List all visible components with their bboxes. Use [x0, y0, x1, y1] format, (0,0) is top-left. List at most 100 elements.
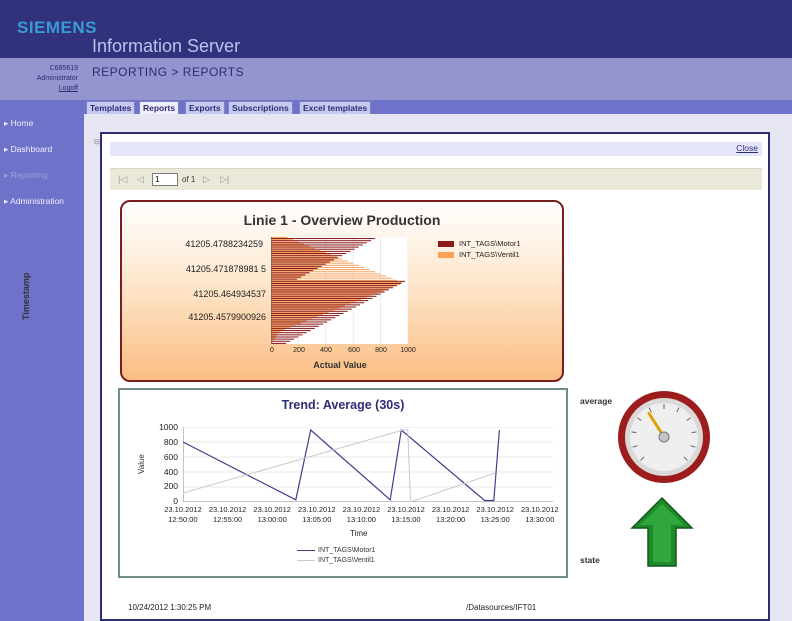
bar-ventil1 [271, 294, 373, 296]
bar-ventil1 [271, 324, 296, 326]
bar-motor1 [271, 323, 324, 325]
bar-motor1 [271, 259, 335, 261]
user-role: Administrator [36, 75, 78, 82]
x-tick-label: 23.10.2012 13:15:00 [387, 505, 425, 524]
x-tick-label: 23.10.2012 13:25:00 [476, 505, 514, 524]
bar-motor1 [271, 276, 302, 278]
bar-ventil1 [271, 311, 329, 313]
bar-motor1 [271, 297, 373, 299]
collapse-icon[interactable]: ⊟ [94, 138, 100, 146]
bar-motor1 [271, 238, 376, 240]
series-line [183, 428, 500, 502]
bar-motor1 [271, 261, 330, 263]
tab-reports[interactable]: Reports [139, 101, 180, 115]
bar-ventil1 [271, 290, 384, 292]
bar-ventil1 [271, 237, 288, 239]
y-tick-label: 400 [163, 467, 178, 477]
bar-motor1 [271, 342, 287, 344]
bar-motor1 [271, 321, 328, 323]
close-link[interactable]: Close [736, 143, 758, 153]
state-label: state [580, 555, 600, 565]
bar-ventil1 [271, 337, 276, 339]
sidebar-item-label: Administration [10, 196, 65, 206]
x-tick-label: 23.10.2012 13:05:00 [298, 505, 336, 524]
y-axis-label: Timestamp [21, 272, 31, 320]
bar-motor1 [271, 330, 311, 332]
bar-motor1 [271, 282, 402, 284]
x-tick-label: 23.10.2012 13:00:00 [253, 505, 291, 524]
bar-motor1 [271, 293, 381, 295]
prev-page-icon[interactable]: ◁ [137, 174, 144, 185]
bar-motor1 [271, 295, 377, 297]
sidebar-item-reporting[interactable]: ▸ Reporting [0, 162, 84, 188]
legend-line [297, 559, 315, 561]
legend-label: INT_TAGS\Motor1 [318, 547, 376, 554]
user-id: C685619 [49, 65, 78, 72]
legend-item-ventil1: INT_TAGS\Ventil1 [297, 557, 375, 564]
app-header: SIEMENS Information Server [0, 0, 792, 58]
chart-title: Trend: Average (30s) [281, 398, 405, 412]
bar-motor1 [271, 248, 355, 250]
bar-motor1 [271, 287, 393, 289]
x-tick-label: 23.10.2012 13:10:00 [342, 505, 381, 524]
bar-motor1 [271, 306, 356, 308]
bar-motor1 [271, 257, 339, 259]
sidebar-item-home[interactable]: ▸ Home [0, 110, 84, 136]
sidebar-item-administration[interactable]: ▸ Administration [0, 188, 84, 214]
sidebar-nav: ▸ Home ▸ Dashboard ▸ Reporting ▸ Adminis… [0, 110, 84, 214]
tab-templates[interactable]: Templates [86, 101, 136, 115]
report-timestamp: 10/24/2012 1:30:25 PM [128, 603, 212, 612]
x-axis-label: Time [350, 529, 368, 538]
bar-motor1 [271, 289, 389, 291]
bar-motor1 [271, 325, 319, 327]
last-page-icon[interactable]: ▷| [220, 174, 229, 185]
bar-motor1 [271, 302, 365, 304]
bar-motor1 [271, 267, 318, 270]
legend-swatch [438, 252, 454, 258]
bar-motor1 [271, 338, 295, 340]
bar-motor1 [271, 317, 336, 319]
bar-ventil1 [271, 279, 398, 281]
legend-item-motor1: INT_TAGS\Motor1 [297, 547, 375, 554]
x-tick-label: 1000 [400, 347, 416, 354]
legend-label: INT_TAGS\Ventil1 [318, 557, 375, 564]
bar-ventil1 [271, 296, 367, 298]
bar-motor1 [271, 340, 291, 342]
bar-motor1 [271, 300, 369, 302]
next-page-icon[interactable]: ▷ [203, 174, 210, 185]
bar-ventil1 [271, 260, 348, 262]
first-page-icon[interactable]: |◁ [118, 174, 127, 185]
tab-excel-templates[interactable]: Excel templates [299, 101, 372, 115]
bar-ventil1 [271, 314, 324, 316]
x-tick-label: 400 [320, 347, 332, 354]
bar-motor1 [271, 272, 310, 274]
sidebar-item-dashboard[interactable]: ▸ Dashboard [0, 136, 84, 162]
bar-ventil1 [271, 273, 381, 275]
bar-ventil1 [271, 266, 365, 268]
bar-motor1 [271, 319, 332, 321]
legend-item-ventil1: INT_TAGS\Ventil1 [438, 250, 520, 260]
bar-ventil1 [271, 254, 332, 256]
report-datasource: /Datasources/IFT01 [466, 603, 537, 612]
bar-ventil1 [271, 249, 321, 251]
page-number-input[interactable]: 1 [152, 173, 178, 186]
x-tick-label: 200 [293, 347, 305, 354]
y-tick-label: 800 [163, 437, 178, 447]
bar-motor1 [271, 336, 299, 338]
x-tick-label: 23.10.2012 13:20:00 [431, 505, 470, 524]
bar-motor1 [271, 250, 351, 252]
bar-ventil1 [271, 247, 315, 249]
bar-motor1 [271, 242, 367, 244]
chart-legend: INT_TAGS\Motor1 INT_TAGS\Ventil1 [431, 236, 543, 264]
bar-ventil1 [271, 320, 307, 322]
bar-motor1 [271, 304, 361, 306]
x-tick-label: 600 [348, 347, 360, 354]
close-bar: Close [110, 142, 762, 156]
tab-exports[interactable]: Exports [185, 101, 225, 115]
tab-subscriptions[interactable]: Subscriptions [228, 101, 293, 115]
bar-ventil1 [271, 301, 356, 303]
breadcrumb: REPORTING > REPORTS [92, 65, 245, 79]
logoff-link[interactable]: Logoff [0, 84, 78, 94]
bar-ventil1 [271, 256, 337, 258]
bar-ventil1 [271, 333, 278, 335]
